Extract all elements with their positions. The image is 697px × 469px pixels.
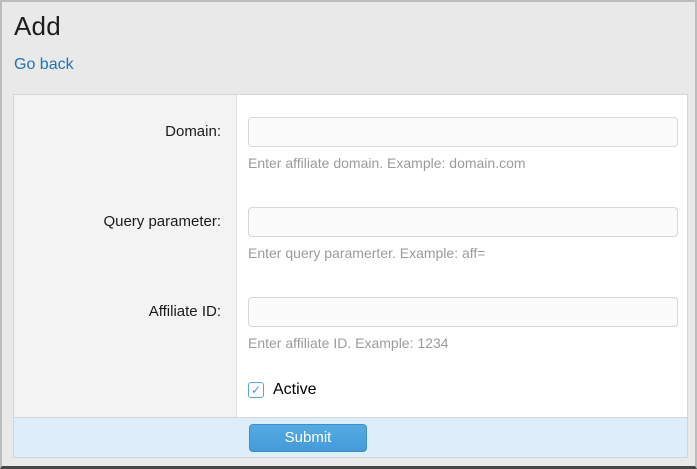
- active-checkbox-wrap[interactable]: ✓ Active: [248, 381, 678, 399]
- form-row-active: ✓ Active: [14, 365, 687, 417]
- active-label-cell: [14, 365, 237, 417]
- domain-input[interactable]: [248, 117, 678, 147]
- form-row-affiliate-id: Affiliate ID: Enter affiliate ID. Exampl…: [14, 275, 687, 365]
- query-parameter-input[interactable]: [248, 207, 678, 237]
- go-back-link[interactable]: Go back: [14, 57, 74, 73]
- submit-button[interactable]: Submit: [249, 424, 367, 452]
- form-footer: Submit: [14, 417, 687, 457]
- affiliate-id-label: Affiliate ID:: [14, 275, 237, 365]
- add-form: Domain: Enter affiliate domain. Example:…: [13, 94, 688, 458]
- affiliate-id-help-text: Enter affiliate ID. Example: 1234: [248, 334, 678, 352]
- page-title: Add: [14, 12, 686, 42]
- domain-help-text: Enter affiliate domain. Example: domain.…: [248, 154, 678, 172]
- query-parameter-help-text: Enter query paramerter. Example: aff=: [248, 244, 678, 262]
- form-row-domain: Domain: Enter affiliate domain. Example:…: [14, 95, 687, 185]
- query-parameter-label: Query parameter:: [14, 185, 237, 275]
- form-row-query-parameter: Query parameter: Enter query paramerter.…: [14, 185, 687, 275]
- affiliate-id-input[interactable]: [248, 297, 678, 327]
- domain-label: Domain:: [14, 95, 237, 185]
- page: Add Go back Domain: Enter affiliate doma…: [0, 0, 697, 469]
- checkmark-icon: ✓: [251, 384, 261, 396]
- active-checkbox-label[interactable]: Active: [273, 381, 317, 399]
- active-checkbox[interactable]: ✓: [248, 382, 264, 398]
